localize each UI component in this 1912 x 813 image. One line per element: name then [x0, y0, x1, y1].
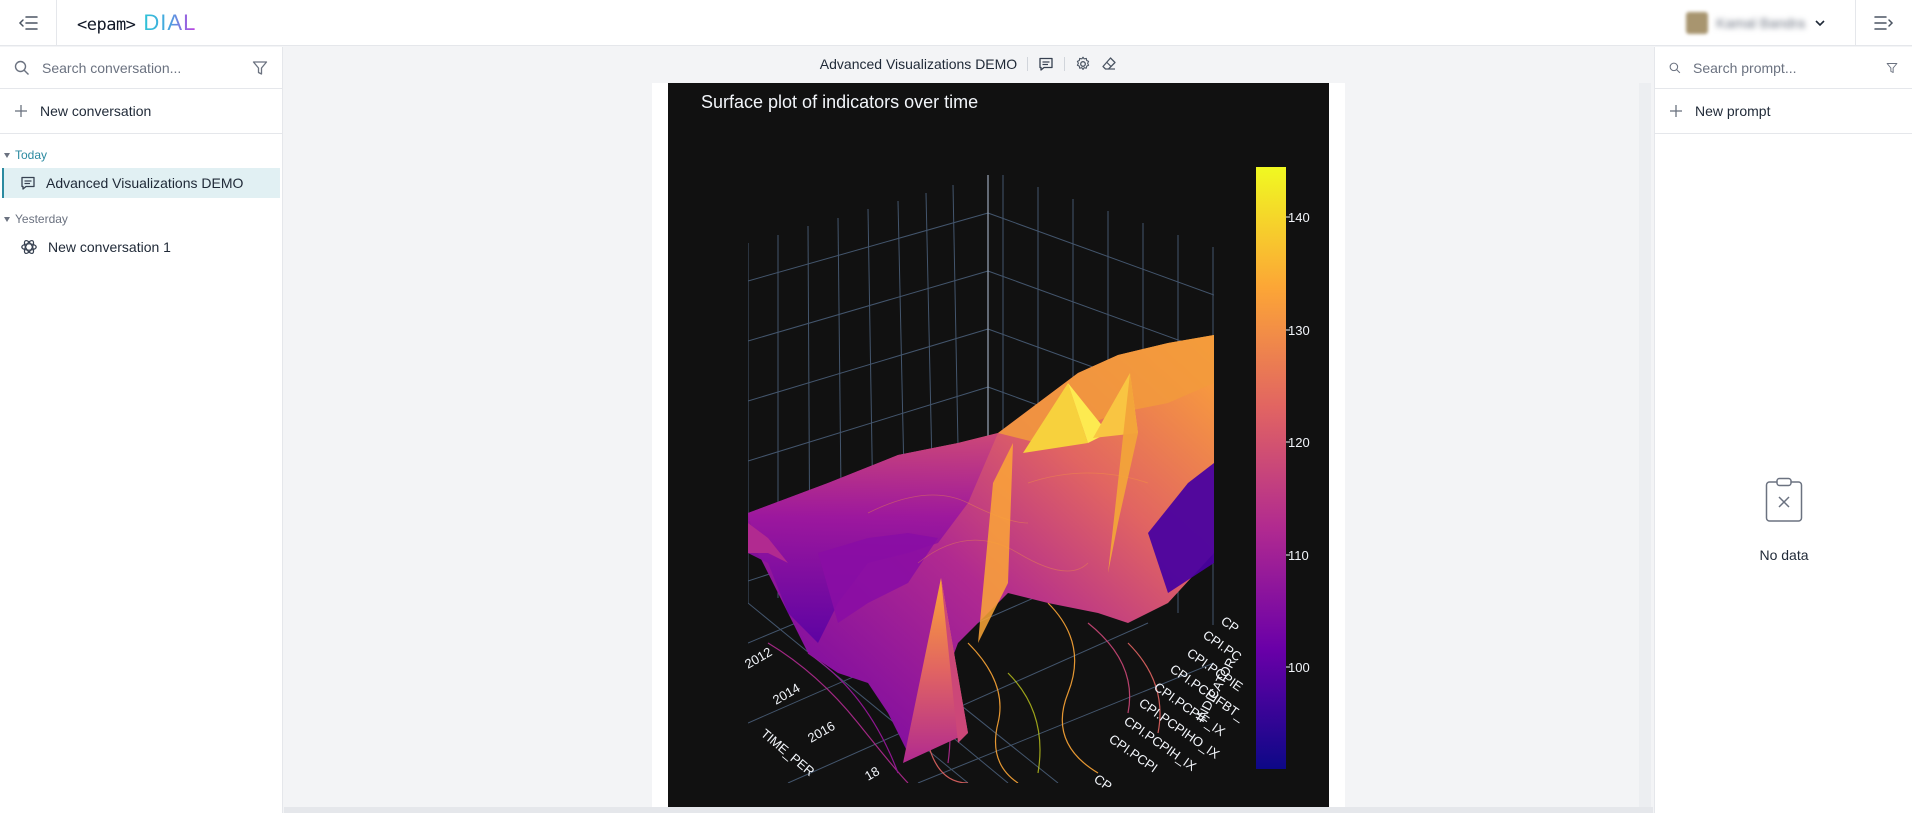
caret-down-icon: [4, 216, 10, 222]
colorbar-tick: 110: [1288, 548, 1309, 563]
conversation-search: [0, 47, 282, 89]
surface-chart-canvas: 2012 2014 2016 18 TIME_PER CP CPI.PC CPI…: [742, 167, 1310, 794]
surface-chart[interactable]: Surface plot of indicators over time 201…: [668, 83, 1329, 809]
user-name: Kamal Bandra: [1716, 15, 1805, 31]
conversation-item-new-conversation-1[interactable]: New conversation 1: [2, 232, 280, 262]
plus-icon: [15, 105, 27, 117]
conversations-sidebar: New conversation Today Advanced Visualiz…: [0, 47, 283, 813]
app-logo[interactable]: <epam> DIAL: [77, 10, 196, 36]
horizontal-scrollbar[interactable]: [284, 807, 1653, 813]
section-today-title: Today: [15, 148, 48, 162]
logo-epam: <epam>: [77, 14, 136, 35]
search-prompt-input[interactable]: [1693, 59, 1874, 76]
conversation-item-advanced-visualizations[interactable]: Advanced Visualizations DEMO: [2, 168, 280, 198]
search-conversation-input[interactable]: [42, 59, 240, 76]
divider: [1064, 57, 1066, 71]
colorbar: [1256, 167, 1286, 769]
filter-icon[interactable]: [252, 60, 268, 76]
chat-bubble-icon: [21, 176, 35, 190]
new-conversation-label: New conversation: [40, 103, 152, 119]
section-yesterday[interactable]: Yesterday: [0, 208, 282, 230]
x-tick: 2016: [805, 718, 838, 745]
new-prompt-button[interactable]: New prompt: [1655, 89, 1912, 134]
section-yesterday-title: Yesterday: [15, 212, 68, 226]
colorbar-tick: 140: [1288, 210, 1310, 225]
conversation-header: Advanced Visualizations DEMO: [284, 47, 1653, 81]
empty-state-text: No data: [1759, 547, 1809, 563]
eraser-icon[interactable]: [1101, 56, 1117, 72]
menu-expand-icon[interactable]: [1855, 0, 1912, 46]
logo-dial: DIAL: [143, 9, 197, 35]
chat-bubble-icon[interactable]: [1038, 56, 1054, 72]
surface-scene: [748, 175, 1214, 783]
prompt-search: [1655, 47, 1912, 89]
conversation-label: Advanced Visualizations DEMO: [46, 175, 244, 191]
x-tick: 2014: [770, 680, 803, 707]
new-conversation-button[interactable]: New conversation: [0, 89, 282, 134]
y-tick: CP: [1091, 771, 1114, 794]
openai-icon: [21, 239, 37, 255]
scrollbar[interactable]: [1639, 83, 1651, 813]
search-icon: [14, 60, 29, 75]
chat-area: Advanced Visualizations DEMO Surface plo…: [284, 47, 1653, 813]
conversation-label: New conversation 1: [48, 239, 171, 255]
colorbar-tick: 100: [1288, 660, 1310, 675]
x-tick: 18: [862, 763, 882, 783]
x-tick: 2012: [742, 644, 775, 671]
plus-icon: [1670, 105, 1682, 117]
top-bar: <epam> DIAL Kamal Bandra: [0, 0, 1912, 46]
settings-icon[interactable]: [1075, 56, 1091, 72]
chevron-down-icon: [1815, 20, 1825, 27]
menu-collapse-icon[interactable]: [0, 0, 57, 46]
new-prompt-label: New prompt: [1695, 103, 1771, 119]
colorbar-tick: 130: [1288, 323, 1310, 338]
divider: [1027, 57, 1029, 71]
avatar: [1686, 12, 1709, 34]
user-menu[interactable]: Kamal Bandra: [1686, 0, 1827, 46]
caret-down-icon: [4, 152, 10, 158]
filter-icon[interactable]: [1886, 60, 1898, 76]
prompts-sidebar: New prompt No data: [1654, 47, 1912, 813]
colorbar-tick: 120: [1288, 435, 1310, 450]
y-tick: CP: [1218, 613, 1241, 636]
section-today[interactable]: Today: [0, 144, 282, 166]
search-icon: [1669, 62, 1681, 73]
conversation-title: Advanced Visualizations DEMO: [819, 56, 1018, 72]
chart-title: Surface plot of indicators over time: [701, 92, 979, 112]
clipboard-x-icon: [1765, 477, 1803, 523]
